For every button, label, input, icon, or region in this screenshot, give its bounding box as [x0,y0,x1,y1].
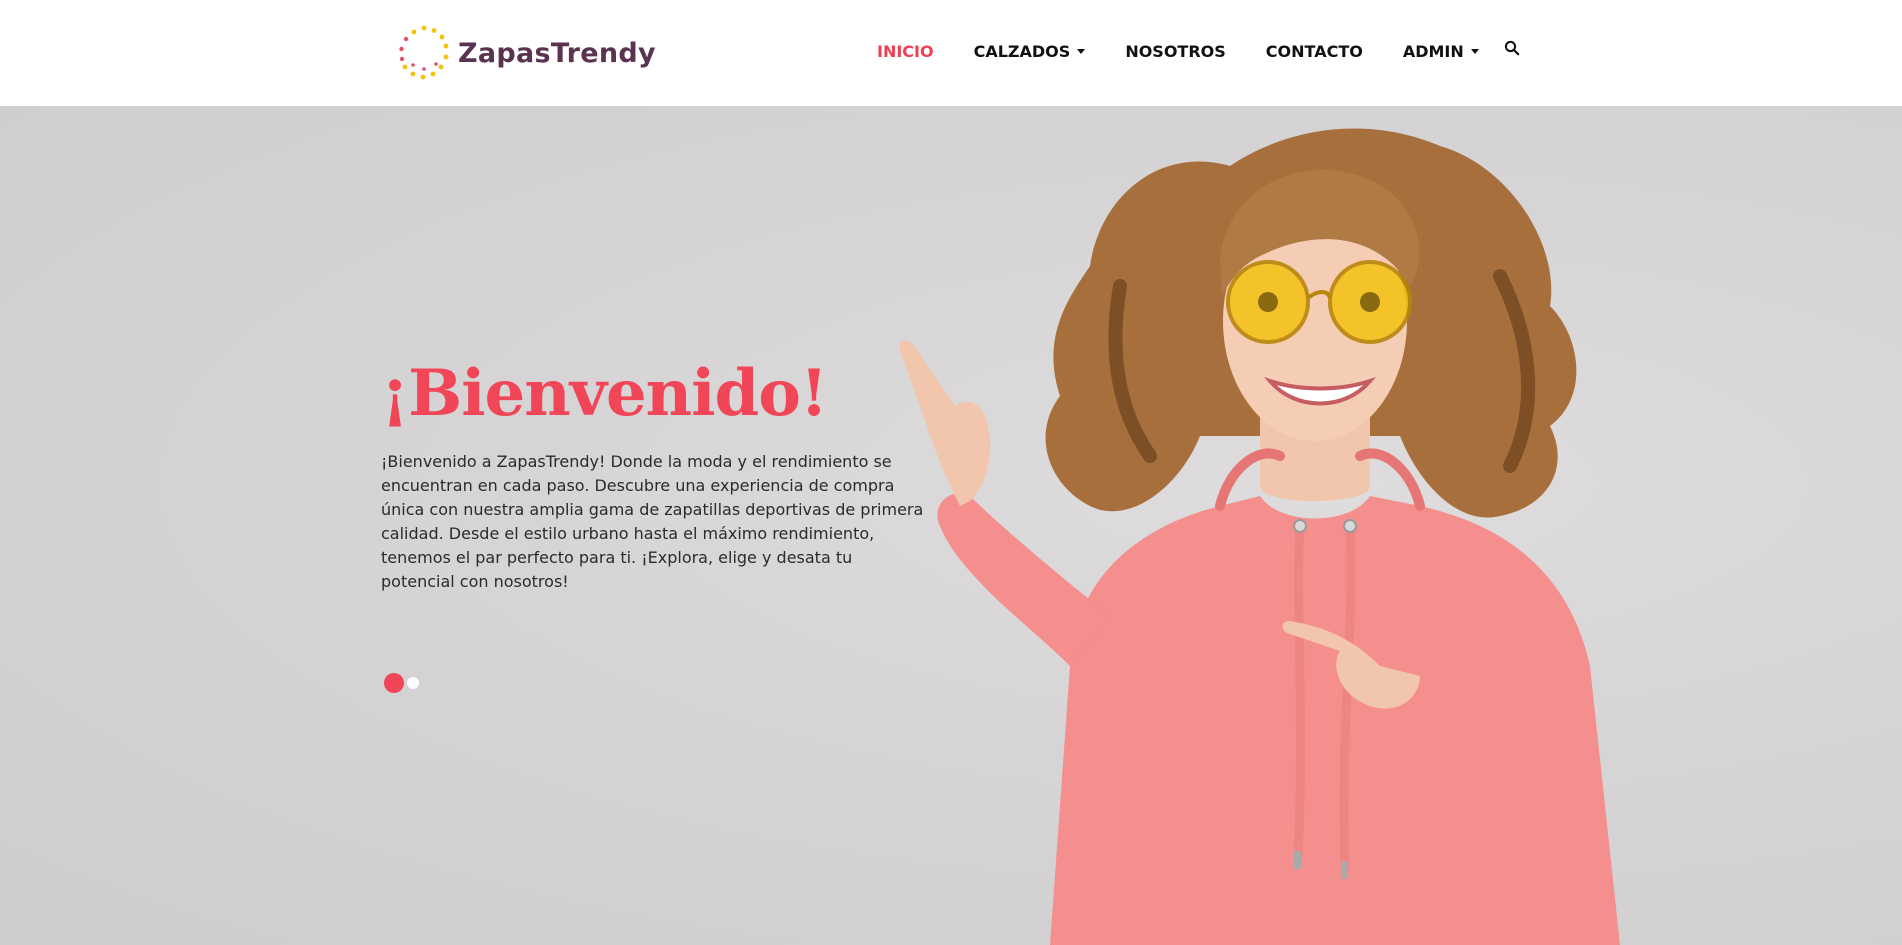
hero-slider: ¡Bienvenido! ¡Bienvenido a ZapasTrendy! … [0,106,1902,945]
nav-item-label: CALZADOS [973,41,1071,61]
nav-item-inicio[interactable]: INICIO [877,42,934,61]
hero-description: ¡Bienvenido a ZapasTrendy! Donde la moda… [381,452,924,591]
nav-item-calzados[interactable]: CALZADOS [974,42,1086,61]
nav-item-label: NOSOTROS [1125,41,1226,61]
brand-logo[interactable]: ZapasTrendy [396,24,656,82]
hero-title: ¡Bienvenido! [381,356,828,431]
site-header: ZapasTrendy INICIO CALZADOS NOSOTROS CON… [0,0,1902,106]
hero-image [900,128,1620,945]
brand-name: ZapasTrendy [458,37,656,69]
carousel-dot-2[interactable] [407,677,419,689]
search-button[interactable] [1501,37,1523,59]
main-nav: INICIO CALZADOS NOSOTROS CONTACTO ADMIN [877,38,1523,64]
nav-item-label: INICIO [877,41,934,61]
carousel-dot-1[interactable] [384,673,404,693]
logo-dots-icon [399,25,449,80]
caret-down-icon [1077,48,1086,54]
nav-item-label: ADMIN [1402,41,1464,61]
search-icon [1504,40,1520,56]
caret-down-icon [1470,48,1479,54]
carousel-indicators [384,673,419,693]
nav-item-admin[interactable]: ADMIN [1403,42,1479,61]
nav-item-nosotros[interactable]: NOSOTROS [1125,42,1225,61]
nav-item-contacto[interactable]: CONTACTO [1266,42,1363,61]
nav-item-label: CONTACTO [1265,41,1363,61]
